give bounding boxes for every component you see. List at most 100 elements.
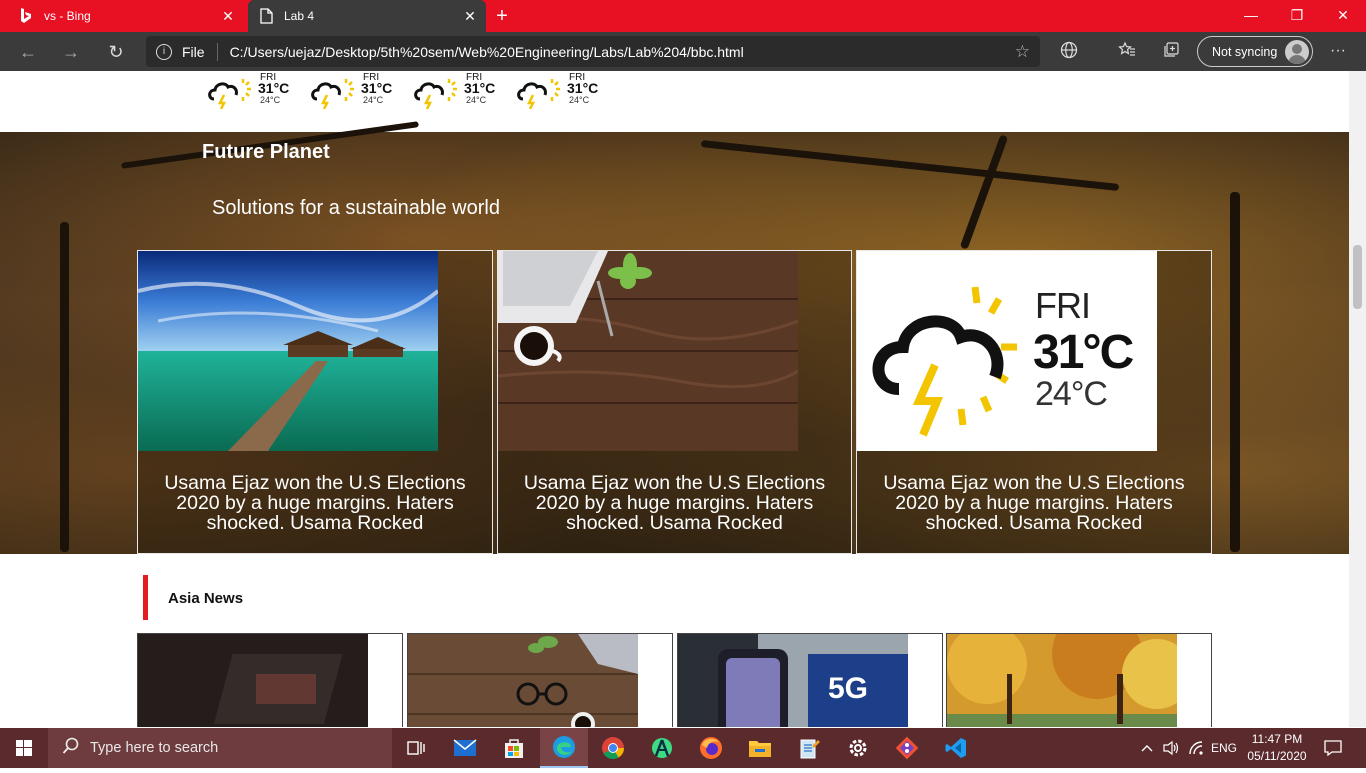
close-window-button[interactable]: ✕ — [1320, 0, 1366, 32]
mail-icon[interactable] — [441, 728, 489, 768]
sync-label: Not syncing — [1212, 44, 1278, 59]
weather-day: FRI — [1035, 285, 1091, 326]
section-subtitle: Solutions for a sustainable world — [212, 197, 500, 219]
section-title[interactable]: Asia News — [168, 590, 243, 607]
thunderstorm-sun-icon — [414, 79, 457, 109]
info-icon[interactable]: i — [156, 43, 172, 60]
edge-icon[interactable] — [540, 728, 588, 768]
weather-high: 31°C — [258, 80, 290, 96]
news-card[interactable] — [946, 633, 1212, 727]
separator — [216, 42, 218, 61]
globe-icon[interactable] — [1058, 41, 1080, 63]
windows-taskbar: Type here to search ENG 11:47 PM 05/11/2… — [0, 728, 1366, 768]
collections-icon[interactable] — [1160, 41, 1182, 63]
5g-badge: 5G — [828, 672, 869, 705]
weather-low: 24°C — [569, 95, 590, 105]
desk-glasses-image — [408, 634, 638, 727]
5g-phone-image: 5G — [678, 634, 908, 727]
address-bar[interactable]: i File C:/Users/uejaz/Desktop/5th%20sem/… — [146, 36, 1040, 67]
search-placeholder: Type here to search — [90, 740, 219, 756]
background-branch — [700, 140, 1120, 191]
close-tab-icon[interactable]: ✕ — [458, 8, 482, 25]
thunderstorm-sun-icon — [208, 79, 251, 109]
back-button[interactable]: ← — [14, 38, 42, 66]
store-icon[interactable] — [490, 728, 538, 768]
weather-item: FRI 31°C 24°C — [413, 71, 509, 111]
new-tab-button[interactable]: + — [490, 4, 514, 28]
weather-high: 31°C — [1033, 326, 1134, 379]
minimize-button[interactable]: — — [1228, 0, 1274, 32]
weather-low: 24°C — [260, 95, 281, 105]
start-button[interactable] — [0, 728, 48, 768]
story-caption[interactable]: Usama Ejaz won the U.S Elections 2020 by… — [498, 473, 851, 533]
page-viewport: FRI 31°C 24°C FRI 31°C 24°C FRI 31°C 24°… — [0, 71, 1349, 727]
show-hidden-icons-chevron-icon[interactable] — [1136, 728, 1158, 768]
language-indicator[interactable]: ENG — [1208, 728, 1240, 768]
background-trunk — [60, 222, 69, 552]
vertical-scrollbar[interactable] — [1349, 71, 1366, 727]
clock-date: 05/11/2020 — [1247, 749, 1307, 763]
news-card[interactable] — [407, 633, 673, 727]
wifi-icon[interactable] — [1185, 728, 1209, 768]
autumn-park-image — [947, 634, 1192, 727]
chrome-icon[interactable] — [589, 728, 637, 768]
section-title: Future Planet — [202, 141, 330, 163]
story-card[interactable]: Usama Ejaz won the U.S Elections 2020 by… — [137, 250, 493, 554]
weather-forecast-image: FRI 31°C 24°C — [857, 251, 1157, 451]
story-caption[interactable]: Usama Ejaz won the U.S Elections 2020 by… — [138, 473, 492, 533]
notepad-icon[interactable] — [785, 728, 833, 768]
profile-sync-button[interactable]: Not syncing — [1197, 36, 1313, 67]
laptop-dark-image — [138, 634, 368, 727]
background-trunk — [1230, 192, 1240, 552]
forward-button[interactable]: → — [57, 38, 85, 66]
clock-time: 11:47 PM — [1251, 732, 1303, 746]
favorites-icon[interactable] — [1116, 41, 1138, 63]
tab-bing[interactable]: vs - Bing ✕ — [0, 0, 244, 32]
story-card[interactable]: Usama Ejaz won the U.S Elections 2020 by… — [497, 250, 852, 554]
weather-high: 31°C — [567, 80, 599, 96]
avatar — [1285, 40, 1309, 64]
tab-lab4[interactable]: Lab 4 ✕ — [248, 0, 486, 32]
weather-item: FRI 31°C 24°C — [516, 71, 612, 111]
story-card[interactable]: FRI 31°C 24°C Usama Ejaz won the U.S Ele… — [856, 250, 1212, 554]
close-tab-icon[interactable]: ✕ — [216, 8, 240, 25]
favorite-star-icon[interactable]: ☆ — [1015, 42, 1030, 62]
scheme-label: File — [182, 43, 205, 60]
thunderstorm-sun-icon — [517, 79, 560, 109]
browser-toolbar: ← → ↻ i File C:/Users/uejaz/Desktop/5th%… — [0, 32, 1366, 71]
refresh-button[interactable]: ↻ — [102, 38, 130, 66]
thunderstorm-sun-icon — [311, 79, 354, 109]
notifications-icon[interactable] — [1318, 728, 1348, 768]
scrollbar-thumb[interactable] — [1353, 245, 1362, 309]
weather-low: 24°C — [363, 95, 384, 105]
tab-title: vs - Bing — [44, 9, 91, 23]
file-explorer-icon[interactable] — [736, 728, 784, 768]
story-caption[interactable]: Usama Ejaz won the U.S Elections 2020 by… — [857, 473, 1211, 533]
weather-high: 31°C — [464, 80, 496, 96]
git-icon[interactable] — [883, 728, 931, 768]
settings-icon[interactable] — [834, 728, 882, 768]
weather-item: FRI 31°C 24°C — [310, 71, 406, 111]
browser-title-bar: vs - Bing ✕ Lab 4 ✕ + — ❐ ✕ — [0, 0, 1366, 32]
tab-title: Lab 4 — [284, 9, 315, 23]
future-planet-section: Future Planet Solutions for a sustainabl… — [0, 121, 1349, 554]
page-icon — [258, 8, 274, 24]
more-options-icon[interactable]: ··· — [1327, 40, 1349, 62]
news-card[interactable]: 5G — [677, 633, 943, 727]
clock[interactable]: 11:47 PM 05/11/2020 — [1242, 731, 1312, 765]
task-view-icon[interactable] — [392, 728, 440, 768]
weather-item: FRI 31°C 24°C — [207, 71, 303, 111]
weather-high: 31°C — [361, 80, 393, 96]
android-studio-icon[interactable] — [638, 728, 686, 768]
weather-low: 24°C — [1035, 375, 1108, 413]
firefox-icon[interactable] — [687, 728, 735, 768]
restore-button[interactable]: ❐ — [1274, 0, 1320, 32]
section-accent-bar — [143, 575, 148, 620]
volume-icon[interactable] — [1159, 728, 1183, 768]
news-card[interactable] — [137, 633, 403, 727]
vscode-icon[interactable] — [932, 728, 980, 768]
background-branch — [959, 134, 1009, 250]
desk-coffee-image — [498, 251, 798, 451]
url-text[interactable]: C:/Users/uejaz/Desktop/5th%20sem/Web%20E… — [230, 44, 1015, 60]
taskbar-search[interactable]: Type here to search — [48, 728, 392, 768]
